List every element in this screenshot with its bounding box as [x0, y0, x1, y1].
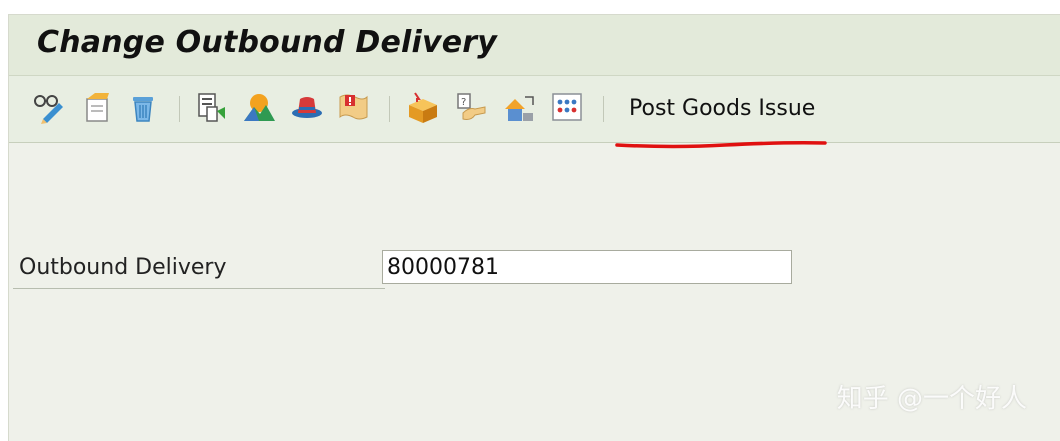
house-flow-icon[interactable]: [501, 89, 537, 125]
grid-dots-icon[interactable]: [549, 89, 585, 125]
message-output-icon[interactable]: [335, 89, 371, 125]
hat-partner-icon[interactable]: [289, 89, 325, 125]
help-hand-icon[interactable]: ?: [453, 89, 489, 125]
create-from-template-icon[interactable]: [79, 89, 115, 125]
display-change-icon[interactable]: [31, 89, 67, 125]
page-title: Change Outbound Delivery: [37, 25, 498, 60]
package-icon[interactable]: [405, 89, 441, 125]
sap-window: Change Outbound Delivery ? Post Goods Is…: [8, 14, 1060, 441]
label-underline: [13, 288, 385, 289]
mountain-overview-icon[interactable]: [241, 89, 277, 125]
post-goods-issue-button[interactable]: Post Goods Issue: [629, 96, 815, 121]
application-toolbar: ? Post Goods Issue: [9, 76, 1060, 143]
outbound-delivery-label: Outbound Delivery: [19, 255, 227, 280]
outbound-delivery-input[interactable]: [382, 250, 792, 284]
document-copy-icon[interactable]: [193, 89, 229, 125]
delete-trash-icon[interactable]: [125, 89, 161, 125]
watermark-text: 知乎 @一个好人: [836, 384, 1027, 414]
title-bar: Change Outbound Delivery: [9, 15, 1060, 76]
toolbar-separator: [179, 96, 180, 122]
toolbar-separator: [389, 96, 390, 122]
toolbar-separator: [603, 96, 604, 122]
svg-text:?: ?: [461, 97, 466, 108]
red-annotation-underline: [615, 141, 827, 149]
